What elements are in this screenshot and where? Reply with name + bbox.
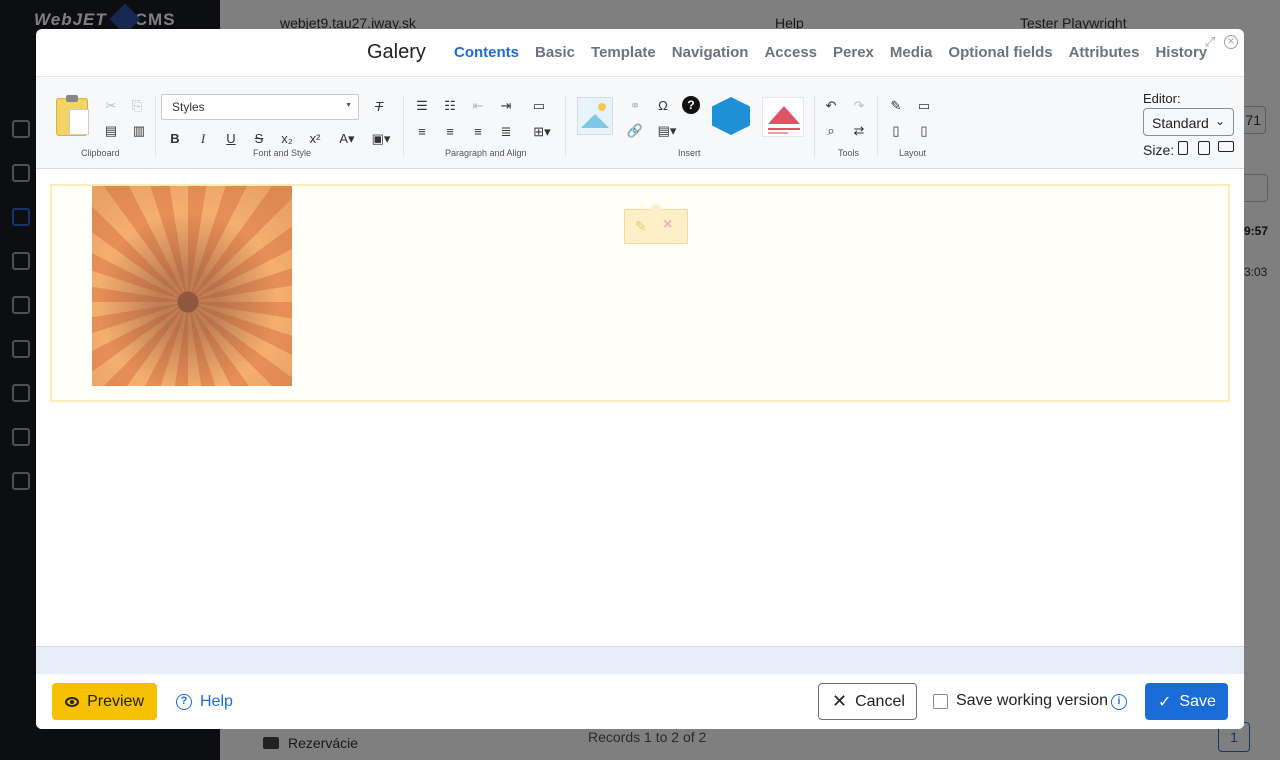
tab-navigation[interactable]: Navigation bbox=[672, 44, 749, 61]
expand-icon[interactable]: ⤢ bbox=[1203, 35, 1217, 49]
phone-view-icon[interactable]: ▯ bbox=[915, 122, 933, 140]
tab-template[interactable]: Template bbox=[591, 44, 656, 61]
indent-icon[interactable]: ⇥ bbox=[497, 97, 515, 115]
redo-icon[interactable]: ↷ bbox=[850, 97, 868, 115]
paste-text-icon[interactable]: ▤ bbox=[102, 122, 120, 140]
justify-icon[interactable]: ≣ bbox=[497, 123, 515, 141]
italic-icon[interactable]: I bbox=[194, 130, 212, 148]
size-tablet-icon[interactable] bbox=[1198, 141, 1210, 155]
bold-icon[interactable]: B bbox=[166, 130, 184, 148]
tab-attributes[interactable]: Attributes bbox=[1069, 44, 1140, 61]
strikethrough-icon[interactable]: S bbox=[250, 130, 268, 148]
link-icon[interactable]: 🔗 bbox=[626, 122, 644, 140]
text-color-icon[interactable]: A▾ bbox=[334, 130, 360, 148]
edit-source-icon[interactable]: ✎ bbox=[887, 97, 905, 115]
gallery-block[interactable]: ✎ × bbox=[50, 184, 1230, 402]
paste-icon[interactable] bbox=[56, 95, 89, 136]
editor-select[interactable]: Standard ⌄ bbox=[1143, 108, 1234, 136]
tab-access[interactable]: Access bbox=[764, 44, 817, 61]
paste-word-icon[interactable]: ▥ bbox=[130, 122, 148, 140]
find-icon[interactable]: ⌕ bbox=[822, 122, 840, 140]
bulleted-list-icon[interactable]: ☰ bbox=[413, 97, 431, 115]
align-right-icon[interactable]: ≡ bbox=[469, 123, 487, 141]
table-icon[interactable]: ⊞▾ bbox=[528, 123, 556, 141]
edit-page-modal: Galery Contents Basic Template Navigatio… bbox=[36, 29, 1244, 729]
image-icon[interactable] bbox=[577, 97, 613, 135]
modal-title: Galery bbox=[367, 41, 426, 63]
size-phone-icon[interactable] bbox=[1178, 141, 1188, 155]
editor-toolbar: ✂ ⎘ ▤ ▥ Clipboard Styles ▼ T B I U S x₂ x… bbox=[36, 77, 1244, 169]
undo-icon[interactable]: ↶ bbox=[822, 97, 840, 115]
modal-tabs: Contents Basic Template Navigation Acces… bbox=[454, 44, 1207, 61]
info-icon[interactable]: i bbox=[1111, 694, 1127, 710]
tools-group-label: Tools bbox=[838, 148, 860, 158]
tab-contents[interactable]: Contents bbox=[454, 44, 519, 61]
align-left-icon[interactable]: ≡ bbox=[413, 123, 431, 141]
outdent-icon[interactable]: ⇤ bbox=[469, 97, 487, 115]
show-blocks-icon[interactable]: ▭ bbox=[530, 97, 548, 115]
delete-icon[interactable]: × bbox=[663, 216, 672, 234]
toolbar-separator bbox=[565, 95, 566, 157]
save-working-version-label: Save working version bbox=[956, 692, 1109, 709]
layout-group-label: Layout bbox=[899, 148, 927, 158]
tab-history[interactable]: History bbox=[1155, 44, 1207, 61]
toolbar-separator bbox=[877, 95, 878, 157]
pencil-icon[interactable]: ✎ bbox=[635, 218, 647, 235]
numbered-list-icon[interactable]: ☷ bbox=[441, 97, 459, 115]
unlink-icon[interactable]: ⚭ bbox=[626, 97, 644, 115]
gallery-image[interactable] bbox=[92, 186, 292, 386]
size-desktop-icon[interactable] bbox=[1218, 141, 1234, 152]
editor-status-bar bbox=[36, 646, 1244, 674]
chevron-down-icon: ⌄ bbox=[1214, 114, 1225, 128]
check-icon: ✓ bbox=[1158, 693, 1172, 711]
eye-icon bbox=[65, 696, 80, 707]
modal-footer: Preview ? Help ✕ Cancel Save working ver… bbox=[36, 674, 1244, 729]
cancel-button[interactable]: ✕ Cancel bbox=[818, 683, 917, 720]
gallery-icon[interactable] bbox=[762, 97, 804, 137]
toolbar-separator bbox=[403, 95, 404, 157]
tab-basic[interactable]: Basic bbox=[535, 44, 575, 61]
editor-label: Editor: bbox=[1143, 91, 1181, 106]
cut-icon[interactable]: ✂ bbox=[102, 97, 120, 115]
font-style-group-label: Font and Style bbox=[253, 148, 312, 158]
form-icon[interactable]: ▤▾ bbox=[654, 122, 680, 140]
save-button[interactable]: ✓ Save bbox=[1145, 683, 1228, 720]
styles-dropdown[interactable]: Styles ▼ bbox=[161, 94, 359, 120]
align-center-icon[interactable]: ≡ bbox=[441, 123, 459, 141]
replace-icon[interactable]: ⇄ bbox=[850, 122, 868, 140]
modal-header: Galery Contents Basic Template Navigatio… bbox=[36, 29, 1244, 77]
background-color-icon[interactable]: ▣▾ bbox=[368, 130, 394, 148]
desktop-view-icon[interactable]: ▭ bbox=[915, 97, 933, 115]
copy-icon[interactable]: ⎘ bbox=[128, 97, 146, 115]
subscript-icon[interactable]: x₂ bbox=[278, 130, 296, 148]
help-icon[interactable]: ? bbox=[682, 96, 700, 114]
remove-format-icon[interactable]: T bbox=[370, 98, 388, 116]
tab-optional-fields[interactable]: Optional fields bbox=[948, 44, 1052, 61]
toolbar-separator bbox=[814, 95, 815, 157]
close-icon: ✕ bbox=[832, 691, 848, 711]
question-icon: ? bbox=[176, 693, 192, 710]
superscript-icon[interactable]: x² bbox=[306, 130, 324, 148]
editor-content[interactable]: ✎ × bbox=[36, 170, 1244, 646]
tablet-view-icon[interactable]: ▯ bbox=[887, 122, 905, 140]
size-label: Size: bbox=[1143, 142, 1175, 158]
tab-media[interactable]: Media bbox=[890, 44, 933, 61]
tab-perex[interactable]: Perex bbox=[833, 44, 874, 61]
insert-group-label: Insert bbox=[678, 148, 701, 158]
preview-button[interactable]: Preview bbox=[52, 683, 157, 720]
help-button[interactable]: ? Help bbox=[176, 683, 233, 720]
save-working-version-checkbox[interactable] bbox=[933, 694, 948, 709]
clipboard-group-label: Clipboard bbox=[81, 148, 120, 158]
special-char-icon[interactable]: Ω bbox=[654, 97, 672, 115]
close-icon[interactable]: ✕ bbox=[1224, 35, 1238, 49]
app-component-icon[interactable] bbox=[712, 97, 750, 135]
paragraph-group-label: Paragraph and Align bbox=[445, 148, 527, 158]
block-tools: ✎ × bbox=[624, 203, 688, 244]
toolbar-separator bbox=[155, 95, 156, 157]
underline-icon[interactable]: U bbox=[222, 130, 240, 148]
